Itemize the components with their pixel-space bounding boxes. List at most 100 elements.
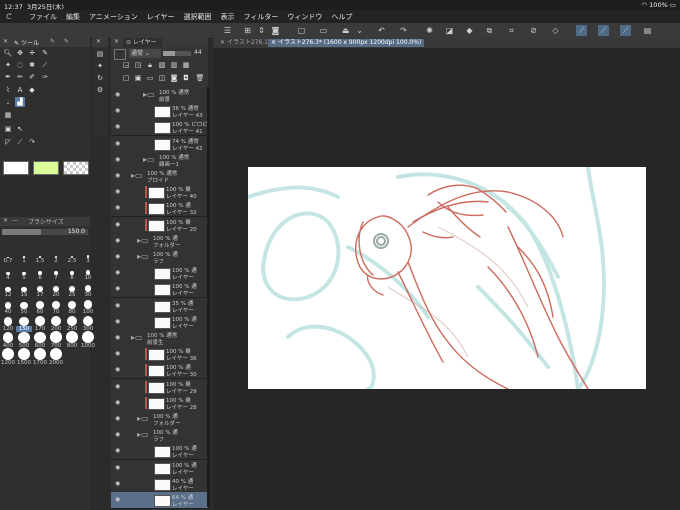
save-icon[interactable]: ⏏ [340, 25, 351, 36]
visibility-eye-icon[interactable]: ◉ [115, 253, 120, 260]
ruler-tool-icon[interactable]: ◸ [3, 137, 13, 147]
mask-icon[interactable]: ▥ [169, 60, 179, 70]
brush-size-option[interactable]: 50 [16, 297, 32, 315]
object-tool-icon[interactable]: ↖ [15, 124, 25, 134]
layer-row[interactable]: ◉ 74 % 通常 レイヤー 42 [111, 135, 208, 153]
menu-selection[interactable]: 選択範囲 [184, 12, 212, 22]
pen-tool-icon[interactable]: ✒ [3, 72, 13, 82]
layer-row[interactable]: ◉ 100 % 通レイヤー 30 [111, 362, 208, 380]
visibility-eye-icon[interactable]: ◉ [115, 383, 120, 390]
brush-size-option[interactable]: 60 [32, 297, 48, 315]
visibility-eye-icon[interactable]: ◉ [115, 140, 120, 147]
brush-size-option[interactable]: 10 [80, 263, 96, 281]
sub-color-swatch[interactable] [33, 161, 59, 175]
visibility-eye-icon[interactable]: ◉ [115, 285, 120, 292]
brush-size-option[interactable]: 300 [80, 314, 96, 332]
brush-size-option[interactable]: 1700 [32, 348, 48, 366]
layer-list[interactable]: ◉ ▸▭ 100 % 通常 前景 ◉ 36 % 通常 レイヤー 43 ◉ 100 % ピロピ レイ… [111, 87, 208, 510]
dropper-tool-icon[interactable]: ⟋ [40, 60, 50, 70]
layer-row[interactable]: ◉ 100 % 通レイヤー [111, 265, 208, 283]
tool-tab[interactable]: ✎ ツール [14, 38, 39, 47]
folder-icon[interactable]: ▸▭ [131, 171, 143, 181]
layer-row[interactable]: ◉ 100 % 乗レイヤー 28 [111, 394, 208, 412]
brush-close-icon[interactable]: ✕ [3, 217, 8, 224]
brush-size-option[interactable]: 1200 [0, 348, 16, 366]
visibility-eye-icon[interactable]: ◉ [115, 156, 120, 163]
folder-icon[interactable]: ▸▭ [143, 155, 155, 165]
layer-row[interactable]: ◉ 100 % 乗レイヤー 29 [111, 378, 208, 396]
fill-icon[interactable]: ◆ [464, 25, 475, 36]
layer-row[interactable]: ◉ 100 % 通レイヤー [111, 313, 208, 331]
subtool-tab-2-icon[interactable]: ✎ [64, 38, 69, 45]
delete-layer-icon[interactable]: 🗑︎ [195, 73, 205, 83]
airbrush-tool-icon[interactable]: ✑ [40, 72, 50, 82]
brush-size-option[interactable]: 600 [32, 331, 48, 349]
subtool-close-icon[interactable]: ✕ [96, 38, 101, 45]
transparent-color-swatch[interactable] [63, 161, 89, 175]
updown-icon[interactable]: ⇕ [256, 25, 267, 36]
brush-size-option[interactable]: 200 [48, 314, 64, 332]
brush-size-option[interactable]: 5 [16, 263, 32, 281]
select-tool-icon[interactable]: ✦ [3, 60, 13, 70]
visibility-eye-icon[interactable]: ◉ [115, 237, 120, 244]
brush-size-option[interactable]: 15 [16, 280, 32, 298]
layer-row[interactable]: ◉ 100 % 乗レイヤー 36 [111, 346, 208, 364]
brush-size-option[interactable]: 8 [64, 263, 80, 281]
stabilizer-3-icon[interactable]: ⟋ [620, 25, 631, 36]
hand-tool-icon[interactable]: ✥ [15, 48, 25, 58]
brush-size-option[interactable]: 150 [16, 314, 32, 332]
menu-view[interactable]: 表示 [221, 12, 235, 22]
layer-row[interactable]: ◉ 100 % 通レイヤー [111, 281, 208, 299]
menu-file[interactable]: ファイル [29, 12, 57, 22]
layer-row[interactable]: ◉ 100 % 乗レイヤー 20 [111, 216, 208, 234]
layer-folder-row[interactable]: ◉ ▸▭ 100 % 通常 前景生 [111, 330, 208, 347]
document-tab-2[interactable]: ✕ イラスト276.3* (1600 x 900px 1200dpi 100.0… [268, 39, 425, 47]
subtool-adjust-icon[interactable]: ⚙ [95, 85, 105, 95]
frame-tool-icon[interactable]: ▣ [3, 124, 13, 134]
lock-icon[interactable]: 🔒︎ [145, 60, 155, 70]
brush-size-option[interactable]: 1000 [80, 331, 96, 349]
drawing-canvas[interactable] [248, 167, 646, 389]
visibility-eye-icon[interactable]: ◉ [115, 366, 120, 373]
new-raster-layer-icon[interactable]: ▢ [121, 73, 131, 83]
layer-folder-row[interactable]: ◉ ▸▭ 100 % 通常 ブロイド [111, 168, 208, 185]
brush-size-option[interactable]: 40 [0, 297, 16, 315]
layer-row[interactable]: ◉ 100 % 通レイヤー [111, 459, 208, 477]
brush-size-option[interactable]: 7 [48, 263, 64, 281]
menu-window[interactable]: ウィンドウ [287, 12, 322, 22]
layer-mask-icon[interactable]: ◙ [169, 73, 179, 83]
text-tool-icon[interactable]: A [15, 85, 25, 95]
main-color-swatch[interactable] [3, 161, 29, 175]
redo-icon[interactable]: ↷ [398, 25, 409, 36]
layer-folder-row[interactable]: ◉ ▸▭ 100 % 通フォルダー [111, 411, 208, 428]
draft-icon[interactable]: ▦ [181, 60, 191, 70]
layer-tab[interactable]: ⊙ レイヤー [123, 38, 162, 47]
visibility-eye-icon[interactable]: ◉ [115, 221, 120, 228]
menu-filter[interactable]: フィルター [244, 12, 279, 22]
visibility-eye-icon[interactable]: ◉ [115, 464, 120, 471]
visibility-eye-icon[interactable]: ◉ [115, 172, 120, 179]
brush-size-option[interactable]: 30 [80, 280, 96, 298]
merge-layer-icon[interactable]: ◫ [157, 73, 167, 83]
move-tool-icon[interactable]: ✛ [27, 48, 37, 58]
layer-row[interactable]: ◉ 40 % 通レイヤー [111, 475, 208, 493]
stabilizer-2-icon[interactable]: ⟋ [598, 25, 609, 36]
subtool-settings-icon[interactable]: ▤ [95, 49, 105, 59]
visibility-eye-icon[interactable]: ◉ [115, 318, 120, 325]
wand-tool-icon[interactable]: ✱ [27, 60, 37, 70]
brush-size-option[interactable]: 4 [0, 263, 16, 281]
transform-icon[interactable]: ⧉ [484, 25, 495, 36]
eyedropper-tool-icon[interactable]: ✎ [40, 48, 50, 58]
brush-size-option[interactable]: 3 [80, 246, 96, 264]
close-icon[interactable]: ✕ [3, 38, 8, 45]
folder-icon[interactable]: ▸▭ [131, 333, 143, 343]
layer-row[interactable]: ◉ 100 % 通レイヤー 32 [111, 200, 208, 218]
brush-size-option[interactable]: 250 [64, 314, 80, 332]
pencil-tool-icon[interactable]: ✏ [15, 72, 25, 82]
clip-icon[interactable]: ◲ [121, 60, 131, 70]
folder-icon[interactable]: ▸▭ [137, 236, 149, 246]
subtool-pin-icon[interactable]: ✦ [95, 61, 105, 71]
correct-line-tool-icon[interactable]: ⟋ [15, 137, 25, 147]
gradient-tool-icon[interactable]: ▦ [3, 110, 13, 120]
clear-outside-icon[interactable]: ◪ [444, 25, 455, 36]
